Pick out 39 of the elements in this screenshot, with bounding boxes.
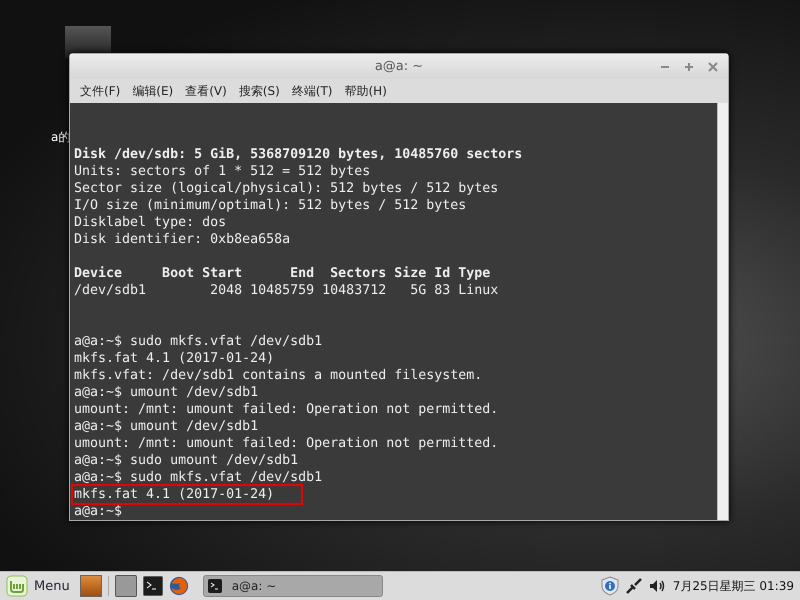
- terminal-line: /dev/sdb1 2048 10485759 10483712 5G 83 Linux: [74, 283, 498, 298]
- terminal-line: Disk /dev/sdb: 5 GiB, 5368709120 bytes, 10485760 sectors: [74, 147, 522, 162]
- terminal-line: a@a:~$ sudo mkfs.vfat /dev/sdb1: [74, 470, 322, 485]
- terminal-line: mkfs.vfat: /dev/sdb1 contains a mounted filesystem.: [74, 368, 482, 383]
- menu-button[interactable]: Menu: [34, 578, 70, 594]
- window-title: a@a: ~: [374, 59, 424, 74]
- terminal-line: a@a:~$ sudo mkfs.vfat /dev/sdb1: [74, 334, 322, 349]
- browser-icon[interactable]: [168, 576, 189, 596]
- scrollbar[interactable]: [717, 103, 728, 520]
- terminal-line: umount: /mnt: umount failed: Operation not permitted.: [74, 436, 498, 451]
- terminal-line: Device Boot Start End Sectors Size Id Type: [74, 266, 490, 281]
- terminal-line: Units: sectors of 1 * 512 = 512 bytes: [74, 164, 370, 179]
- menu-item[interactable]: 编辑(E): [126, 82, 180, 100]
- terminal-line: a@a:~$: [74, 504, 122, 519]
- close-icon[interactable]: [708, 62, 718, 72]
- terminal-icon[interactable]: [142, 576, 163, 596]
- terminal-line: umount: /mnt: umount failed: Operation not permitted.: [74, 402, 498, 417]
- shield-icon[interactable]: [600, 576, 619, 596]
- volume-icon[interactable]: [648, 579, 667, 593]
- menu-item[interactable]: 搜索(S): [232, 82, 286, 100]
- terminal-line: mkfs.fat 4.1 (2017-01-24): [74, 351, 274, 366]
- maximize-icon[interactable]: [684, 62, 694, 72]
- taskbar-window-button[interactable]: a@a: ~: [202, 575, 383, 597]
- clock[interactable]: 7月25日星期三 01:39: [672, 578, 794, 594]
- menu-item[interactable]: 帮助(H): [338, 82, 393, 100]
- menu-item[interactable]: 查看(V): [179, 82, 233, 100]
- mint-logo-icon[interactable]: [6, 575, 28, 597]
- terminal-line: a@a:~$ umount /dev/sdb1: [74, 385, 258, 400]
- terminal-icon: [208, 579, 222, 593]
- network-plug-icon[interactable]: [624, 577, 643, 595]
- menu-item[interactable]: 文件(F): [74, 82, 126, 100]
- menu-item[interactable]: 终端(T): [286, 82, 338, 100]
- terminal-line: Disklabel type: dos: [74, 215, 226, 230]
- terminal-line: I/O size (minimum/optimal): 512 bytes / 512 bytes: [74, 198, 466, 213]
- terminal-line: Sector size (logical/physical): 512 bytes / 512 bytes: [74, 181, 498, 196]
- terminal-line: a@a:~$ sudo umount /dev/sdb1: [74, 453, 298, 468]
- terminal-line: mkfs.fat 4.1 (2017-01-24): [74, 487, 300, 502]
- terminal-line: a@a:~$ umount /dev/sdb1: [74, 419, 258, 434]
- terminal-line: Disk identifier: 0xb8ea658a: [74, 232, 290, 247]
